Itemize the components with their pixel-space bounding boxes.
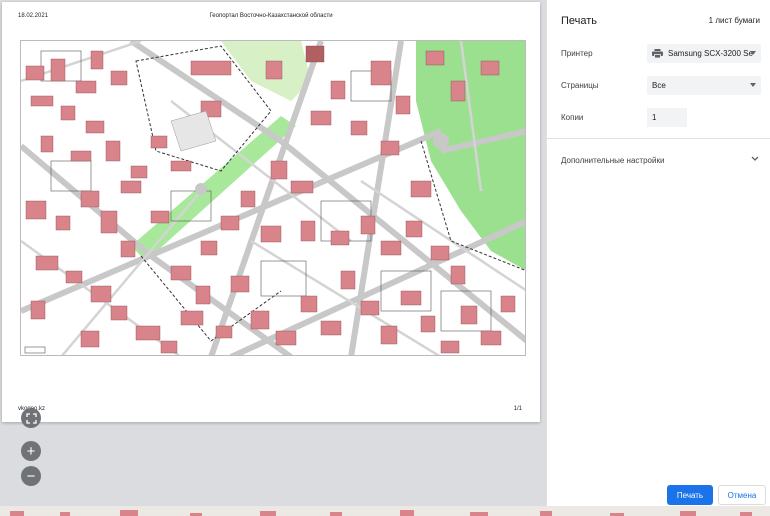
divider <box>547 138 770 139</box>
printer-label: Принтер <box>561 49 593 58</box>
more-settings-toggle[interactable]: Дополнительные настройки <box>547 145 770 173</box>
pages-value: Все <box>652 81 666 90</box>
zoom-in-button[interactable]: + <box>21 441 41 461</box>
print-button[interactable]: Печать <box>667 485 713 505</box>
more-settings-label: Дополнительные настройки <box>561 156 665 165</box>
cancel-button[interactable]: Отмена <box>718 485 766 505</box>
printer-icon <box>652 49 663 58</box>
chevron-down-icon <box>750 83 756 87</box>
fit-to-page-icon <box>25 412 37 424</box>
fit-to-page-button[interactable] <box>21 408 41 428</box>
map-image <box>20 40 526 356</box>
copies-label: Копии <box>561 113 584 122</box>
sheet-count: 1 лист бумаги <box>708 16 760 25</box>
print-settings-panel: Печать 1 лист бумаги Принтер Samsung SCX… <box>546 0 770 506</box>
dialog-title: Печать <box>561 15 598 27</box>
chevron-down-icon <box>750 51 756 55</box>
page-preview: 18.02.2021 Геопортал Восточно-Казахстанс… <box>2 2 540 422</box>
print-preview-area: 18.02.2021 Геопортал Восточно-Казахстанс… <box>0 0 546 516</box>
printer-select[interactable]: Samsung SCX-3200 Se <box>647 44 761 63</box>
background-map-strip <box>0 506 770 516</box>
chevron-down-icon <box>751 156 759 161</box>
background-map-drawing <box>10 510 752 516</box>
zoom-out-button[interactable]: − <box>21 466 41 486</box>
copies-input[interactable] <box>647 108 687 127</box>
map-drawing <box>21 41 525 355</box>
printer-value: Samsung SCX-3200 Se <box>668 49 753 58</box>
pages-label: Страницы <box>561 81 599 90</box>
pages-select[interactable]: Все <box>647 76 761 95</box>
header-title: Геопортал Восточно-Казахстанской области <box>209 13 333 19</box>
footer-page-number: 1/1 <box>513 406 522 412</box>
